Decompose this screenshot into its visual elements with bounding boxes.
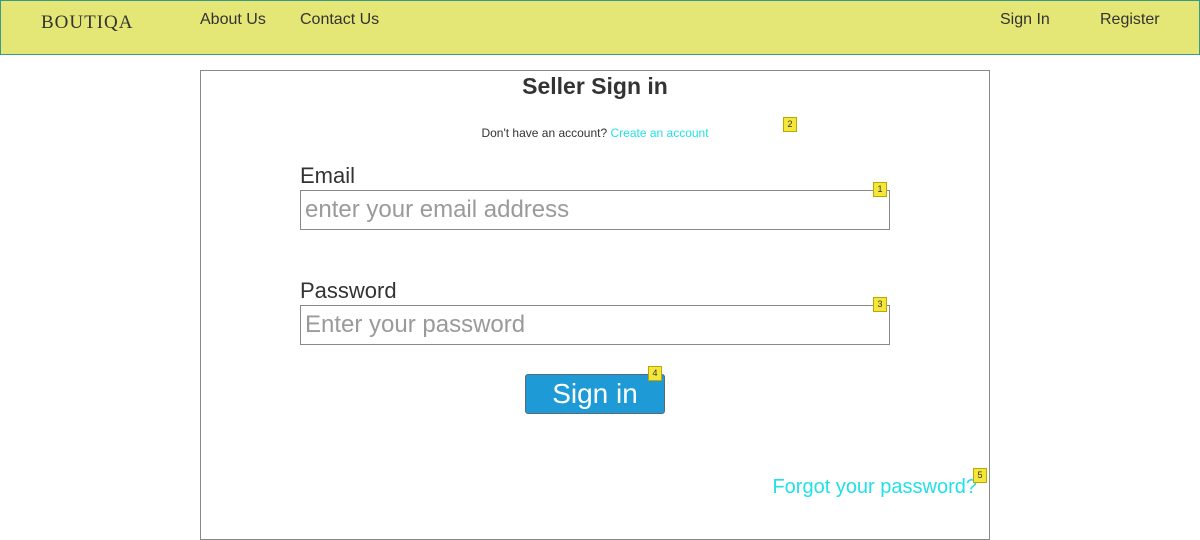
annotation-marker-2: 2	[783, 117, 797, 132]
signup-prompt-text: Don't have an account?	[481, 126, 608, 140]
nav-about-us-link[interactable]: About Us	[200, 11, 266, 29]
forgot-password-link[interactable]: Forgot your password?	[772, 476, 977, 499]
email-field[interactable]	[300, 190, 890, 230]
annotation-marker-4: 4	[648, 366, 662, 381]
nav-contact-us-link[interactable]: Contact Us	[300, 11, 379, 29]
brand-logo[interactable]: BOUTIQA	[41, 12, 134, 34]
page-title: Seller Sign in	[522, 73, 668, 99]
annotation-marker-1: 1	[873, 182, 887, 197]
email-label: Email	[300, 163, 356, 188]
sign-in-card: Seller Sign in Don't have an account? Cr…	[200, 70, 990, 540]
create-account-link[interactable]: Create an account	[611, 126, 709, 140]
nav-register-link[interactable]: Register	[1100, 11, 1160, 29]
sign-in-button[interactable]: Sign in	[525, 374, 665, 414]
password-label: Password	[300, 278, 397, 303]
annotation-marker-3: 3	[873, 297, 887, 312]
annotation-marker-5: 5	[973, 468, 987, 483]
signup-prompt-line: Don't have an account? Create an account	[201, 126, 989, 140]
nav-sign-in-link[interactable]: Sign In	[1000, 11, 1050, 29]
top-navbar: BOUTIQA About Us Contact Us Sign In Regi…	[0, 0, 1200, 55]
password-field[interactable]	[300, 305, 890, 345]
